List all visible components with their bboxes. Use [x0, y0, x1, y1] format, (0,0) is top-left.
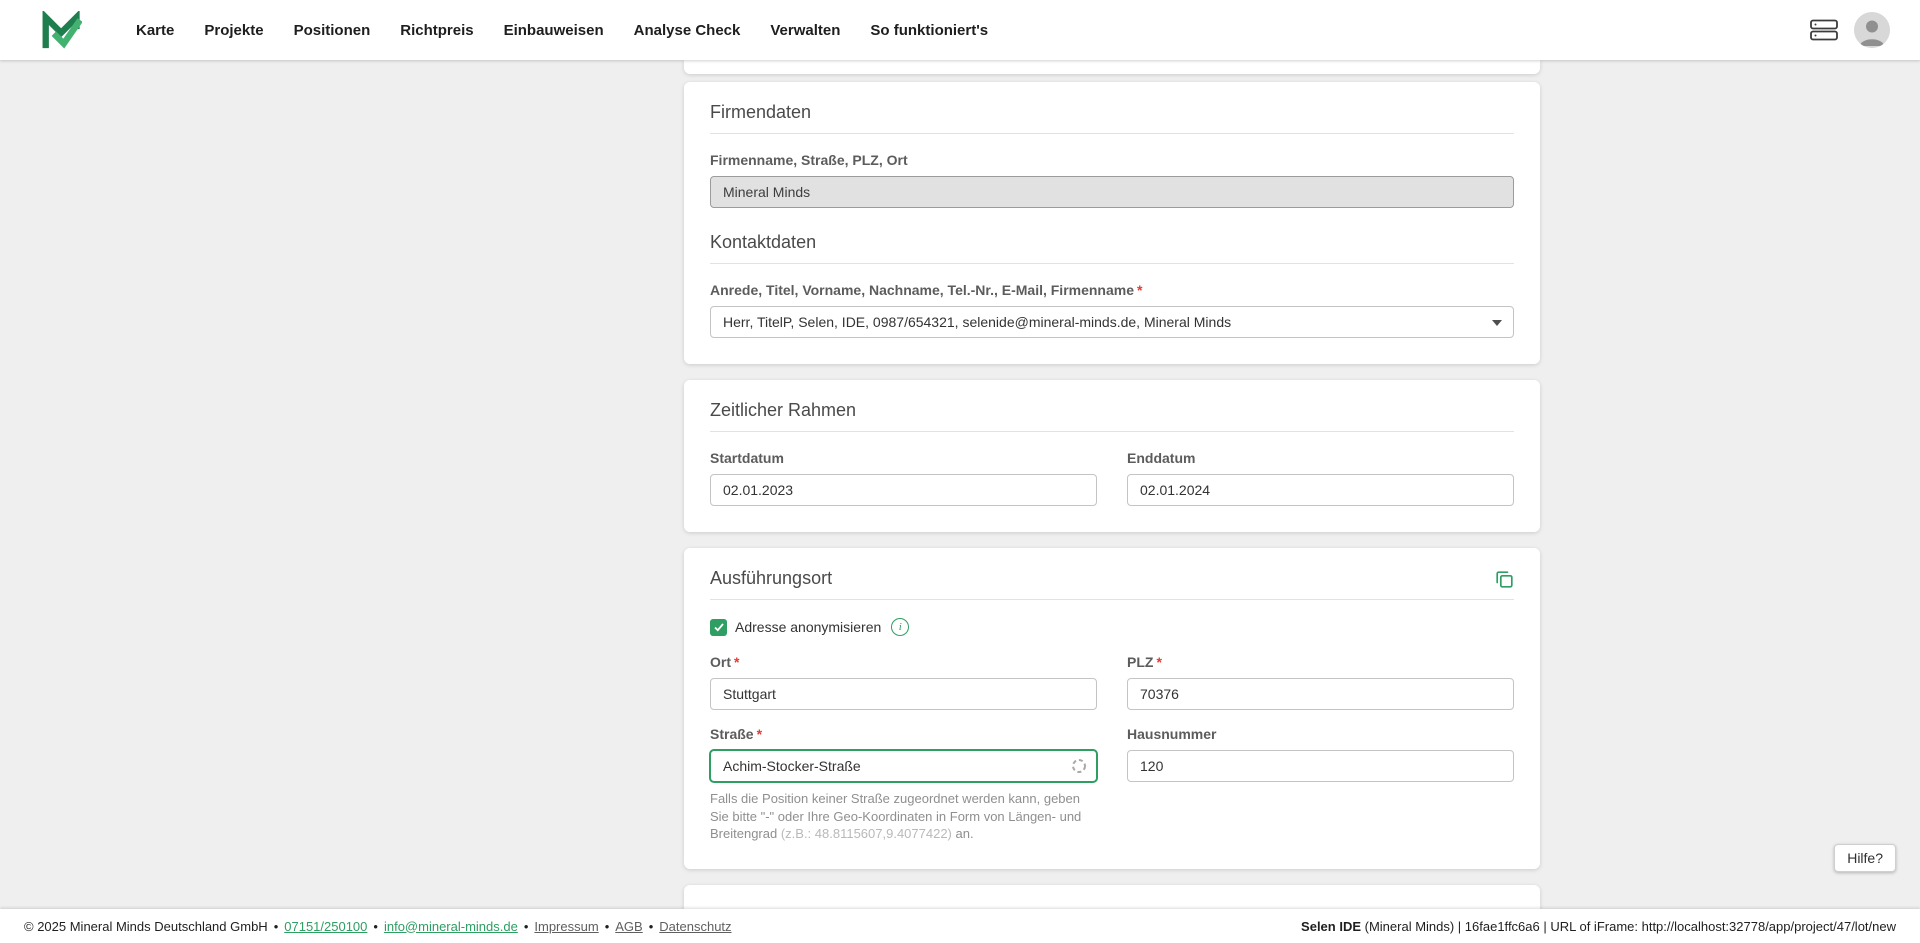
nav-item-analyse-check[interactable]: Analyse Check [634, 22, 741, 39]
separator: • [604, 918, 610, 934]
divider [710, 263, 1514, 264]
required-asterisk: * [1137, 282, 1143, 298]
divider [710, 431, 1514, 432]
separator: • [523, 918, 529, 934]
ort-label: Ort * [710, 654, 1097, 670]
startdatum-input[interactable] [710, 474, 1097, 506]
divider [710, 599, 1514, 600]
footer-phone-link[interactable]: 07151/250100 [284, 919, 367, 934]
section-title-firmendaten: Firmendaten [710, 102, 812, 122]
strasse-field: Straße* Falls die Position keiner Straße… [710, 726, 1097, 843]
person-icon [1854, 12, 1890, 48]
plz-input[interactable] [1127, 678, 1514, 710]
contact-select[interactable]: Herr, TitelP, Selen, IDE, 0987/654321, s… [710, 306, 1514, 338]
server-icon[interactable] [1810, 19, 1838, 41]
section-title-ausfuehrungsort: Ausführungsort [710, 568, 833, 588]
required-asterisk: * [734, 654, 740, 670]
company-data-card: Firmendaten Firmenname, Straße, PLZ, Ort… [684, 82, 1540, 364]
section-title-kontaktdaten: Kontaktdaten [710, 232, 817, 252]
section-title-zeitlicher-rahmen: Zeitlicher Rahmen [710, 400, 857, 420]
top-navbar: Karte Projekte Positionen Richtpreis Ein… [0, 0, 1920, 60]
ort-field: Ort * [710, 654, 1097, 710]
loading-spinner-icon [1071, 758, 1087, 774]
enddatum-field: Enddatum [1127, 450, 1514, 506]
chevron-down-icon [1492, 320, 1502, 326]
execution-location-card: Ausführungsort Adresse anonymisieren i O… [684, 548, 1540, 869]
required-asterisk: * [756, 726, 763, 742]
app-name: Selen IDE [1301, 918, 1362, 934]
form-column: Firmendaten Firmenname, Straße, PLZ, Ort… [684, 60, 1540, 929]
app-info: (Mineral Minds) | 16fae1ffc6a6 | URL of … [1361, 918, 1896, 934]
separator: • [648, 918, 654, 934]
enddatum-input[interactable] [1127, 474, 1514, 506]
plz-field: PLZ * [1127, 654, 1514, 710]
company-name-label-text: Firmenname, Straße, PLZ, Ort [710, 152, 908, 168]
street-hint-suffix: an. [951, 826, 974, 842]
divider [710, 133, 1514, 134]
company-name-label: Firmenname, Straße, PLZ, Ort [710, 152, 1514, 168]
company-name-input [710, 176, 1514, 208]
street-hint-example: (z.B.: 48.8115607,9.4077422) [780, 826, 952, 842]
contact-label: Anrede, Titel, Vorname, Nachname, Tel.-N… [710, 282, 1514, 298]
ort-input[interactable] [710, 678, 1097, 710]
footer-impressum-link[interactable]: Impressum [534, 919, 598, 934]
nav-item-positionen[interactable]: Positionen [294, 22, 371, 39]
hausnummer-field: Hausnummer [1127, 726, 1514, 843]
copyright-text: © 2025 Mineral Minds Deutschland GmbH [24, 918, 268, 934]
hausnummer-input[interactable] [1127, 750, 1514, 782]
nav-item-so-funktionierts[interactable]: So funktioniert's [870, 22, 988, 39]
footer-email-link[interactable]: info@mineral-minds.de [384, 919, 518, 934]
nav-item-karte[interactable]: Karte [136, 22, 174, 39]
street-hint: Falls die Position keiner Straße zugeord… [710, 790, 1097, 843]
strasse-input[interactable] [710, 750, 1097, 782]
anonymize-checkbox[interactable] [710, 618, 727, 636]
brand-logo-icon[interactable] [42, 11, 82, 49]
separator: • [373, 918, 378, 934]
footer-info: © 2025 Mineral Minds Deutschland GmbH • … [24, 919, 732, 934]
page-content: Firmendaten Firmenname, Straße, PLZ, Ort… [0, 60, 1920, 943]
nav-item-einbauweisen[interactable]: Einbauweisen [504, 22, 604, 39]
hausnummer-label: Hausnummer [1127, 726, 1217, 742]
previous-card-partial [684, 60, 1540, 74]
required-asterisk: * [1156, 654, 1162, 670]
nav-item-richtpreis[interactable]: Richtpreis [400, 22, 473, 39]
strasse-label-text: Straße [710, 726, 754, 742]
user-avatar[interactable] [1854, 12, 1890, 48]
main-nav: Karte Projekte Positionen Richtpreis Ein… [136, 22, 988, 39]
contact-label-text: Anrede, Titel, Vorname, Nachname, Tel.-N… [710, 282, 1135, 298]
plz-label: PLZ * [1127, 654, 1514, 670]
nav-item-projekte[interactable]: Projekte [204, 22, 263, 39]
navbar-right [1810, 12, 1890, 48]
nav-item-verwalten[interactable]: Verwalten [770, 22, 840, 39]
startdatum-label: Startdatum [710, 450, 784, 466]
separator: • [273, 918, 279, 934]
startdatum-field: Startdatum [710, 450, 1097, 506]
anonymize-row: Adresse anonymisieren i [710, 618, 1514, 636]
info-icon[interactable]: i [891, 618, 910, 636]
copy-icon[interactable] [1494, 569, 1514, 589]
time-frame-card: Zeitlicher Rahmen Startdatum Enddatum [684, 380, 1540, 532]
footer-datenschutz-link[interactable]: Datenschutz [659, 919, 731, 934]
footer: © 2025 Mineral Minds Deutschland GmbH • … [0, 909, 1920, 943]
enddatum-label: Enddatum [1127, 450, 1196, 466]
footer-debug-info: Selen IDE (Mineral Minds) | 16fae1ffc6a6… [1301, 919, 1896, 934]
strasse-label: Straße * [710, 726, 1097, 742]
plz-label-text: PLZ [1127, 654, 1154, 670]
help-button[interactable]: Hilfe? [1834, 844, 1896, 872]
ort-label-text: Ort [710, 654, 731, 670]
contact-select-value: Herr, TitelP, Selen, IDE, 0987/654321, s… [723, 314, 1232, 330]
check-icon [713, 623, 724, 632]
anonymize-label[interactable]: Adresse anonymisieren [735, 619, 881, 635]
footer-agb-link[interactable]: AGB [615, 919, 642, 934]
